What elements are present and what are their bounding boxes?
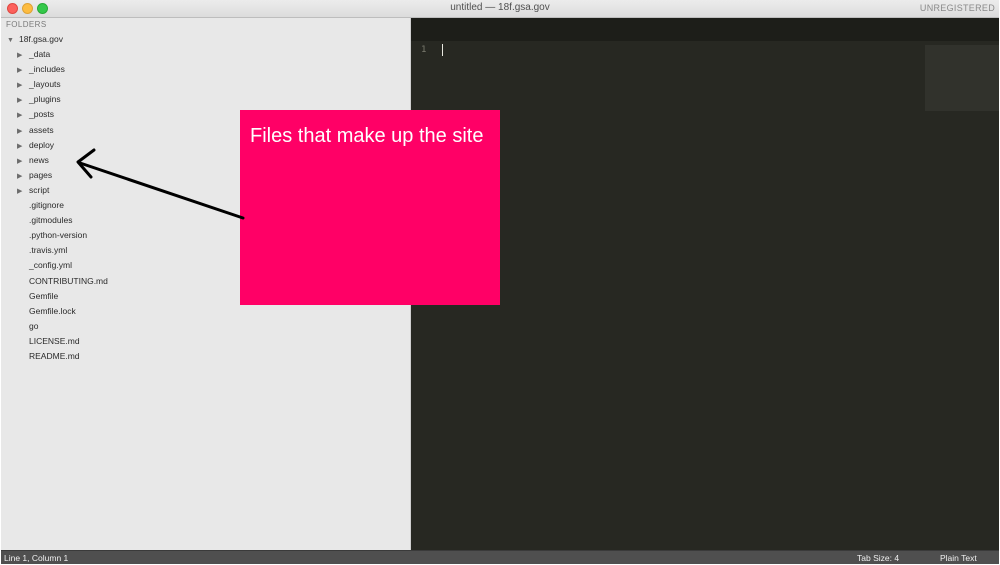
tree-file-item[interactable]: _config.yml xyxy=(17,259,72,271)
tree-item-label: _posts xyxy=(29,109,55,119)
tree-item-label: _includes xyxy=(29,64,65,74)
annotation-callout: Files that make up the site xyxy=(240,110,500,305)
tree-item-label: .python-version xyxy=(29,230,88,240)
tree-file-item[interactable]: LICENSE.md xyxy=(17,335,80,347)
tree-folder-item[interactable]: ▶ _plugins xyxy=(17,93,61,105)
cursor-position: Line 1, Column 1 xyxy=(4,553,69,563)
tree-root-folder[interactable]: ▼ 18f.gsa.gov xyxy=(7,33,63,45)
syntax-selector[interactable]: Plain Text xyxy=(940,553,977,563)
tree-folder-item[interactable]: ▶ news xyxy=(17,154,49,166)
editor-window: untitled — 18f.gsa.gov UNREGISTERED FOLD… xyxy=(1,0,999,564)
license-status: UNREGISTERED xyxy=(919,3,995,13)
text-cursor xyxy=(442,44,443,56)
tree-item-label: _plugins xyxy=(29,94,61,104)
disclosure-collapsed-icon[interactable]: ▶ xyxy=(17,126,26,138)
tree-item-label: script xyxy=(29,185,50,195)
tree-file-item[interactable]: .travis.yml xyxy=(17,244,67,256)
tree-folder-item[interactable]: ▶ script xyxy=(17,184,49,196)
folders-header: FOLDERS xyxy=(6,20,47,29)
tree-item-label: CONTRIBUTING.md xyxy=(29,276,108,286)
tree-folder-item[interactable]: ▶ _data xyxy=(17,48,50,60)
tab-size-selector[interactable]: Tab Size: 4 xyxy=(857,553,899,563)
disclosure-collapsed-icon[interactable]: ▶ xyxy=(17,171,26,183)
tree-root-label: 18f.gsa.gov xyxy=(19,34,63,44)
disclosure-expanded-icon[interactable]: ▼ xyxy=(7,35,16,47)
tree-folder-item[interactable]: ▶ _posts xyxy=(17,108,54,120)
disclosure-collapsed-icon[interactable]: ▶ xyxy=(17,141,26,153)
tree-item-label: deploy xyxy=(29,140,55,150)
status-bar: Line 1, Column 1 Tab Size: 4 Plain Text xyxy=(1,550,999,564)
tree-folder-item[interactable]: ▶ _includes xyxy=(17,63,65,75)
tree-file-item[interactable]: CONTRIBUTING.md xyxy=(17,275,108,287)
disclosure-collapsed-icon[interactable]: ▶ xyxy=(17,80,26,92)
tree-item-label: README.md xyxy=(29,351,80,361)
line-number: 1 xyxy=(421,45,427,55)
title-bar: untitled — 18f.gsa.gov UNREGISTERED xyxy=(1,0,999,18)
tree-file-item[interactable]: .python-version xyxy=(17,229,87,241)
disclosure-collapsed-icon[interactable]: ▶ xyxy=(17,186,26,198)
disclosure-collapsed-icon[interactable]: ▶ xyxy=(17,156,26,168)
tab-bar xyxy=(411,18,999,41)
tree-item-label: news xyxy=(29,155,49,165)
tree-folder-item[interactable]: ▶ assets xyxy=(17,124,54,136)
tree-file-item[interactable]: go xyxy=(17,320,38,332)
tree-file-item[interactable]: Gemfile.lock xyxy=(17,305,76,317)
disclosure-collapsed-icon[interactable]: ▶ xyxy=(17,95,26,107)
tree-file-item[interactable]: Gemfile xyxy=(17,290,58,302)
tree-folder-item[interactable]: ▶ deploy xyxy=(17,139,54,151)
tree-folder-item[interactable]: ▶ pages xyxy=(17,169,52,181)
tree-item-label: assets xyxy=(29,125,54,135)
tree-item-label: .travis.yml xyxy=(29,245,68,255)
tree-file-item[interactable]: README.md xyxy=(17,350,80,362)
tree-item-label: _layouts xyxy=(29,79,61,89)
tree-item-label: .gitignore xyxy=(29,200,64,210)
annotation-text: Files that make up the site xyxy=(250,125,484,147)
window-title: untitled — 18f.gsa.gov xyxy=(450,2,550,13)
tree-item-label: .gitmodules xyxy=(29,215,73,225)
tree-file-item[interactable]: .gitmodules xyxy=(17,214,72,226)
disclosure-collapsed-icon[interactable]: ▶ xyxy=(17,110,26,122)
tree-item-label: Gemfile.lock xyxy=(29,306,76,316)
tree-item-label: pages xyxy=(29,170,53,180)
tree-item-label: Gemfile xyxy=(29,291,59,301)
tree-item-label: _data xyxy=(29,49,51,59)
minimap[interactable] xyxy=(925,45,999,111)
disclosure-collapsed-icon[interactable]: ▶ xyxy=(17,65,26,77)
tree-item-label: LICENSE.md xyxy=(29,336,80,346)
tree-file-item[interactable]: .gitignore xyxy=(17,199,64,211)
tree-item-label: _config.yml xyxy=(29,260,72,270)
tree-item-label: go xyxy=(29,321,39,331)
tree-folder-item[interactable]: ▶ _layouts xyxy=(17,78,61,90)
disclosure-collapsed-icon[interactable]: ▶ xyxy=(17,50,26,62)
